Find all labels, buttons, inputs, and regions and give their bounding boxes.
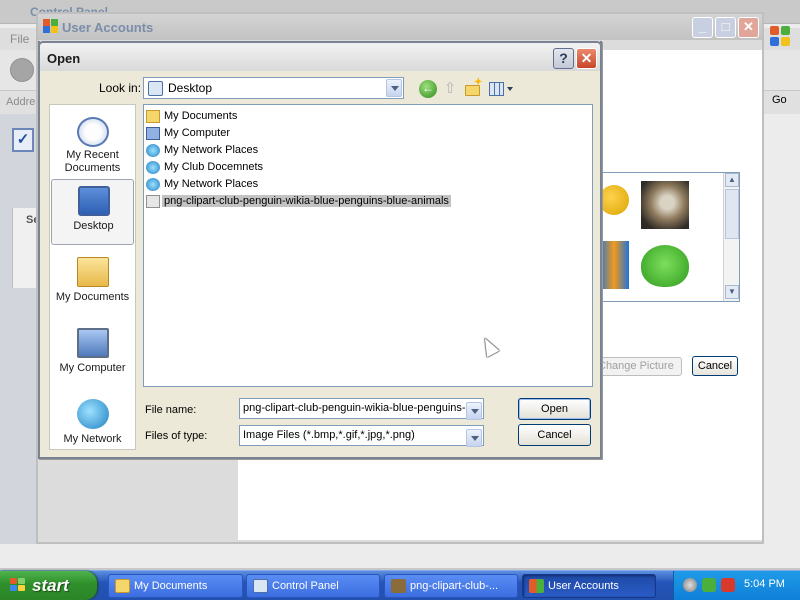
place-label: My Recent Documents — [64, 149, 121, 174]
chevron-down-icon[interactable] — [386, 79, 402, 97]
owl-picture[interactable] — [641, 181, 689, 229]
task-control-panel[interactable]: Control Panel — [246, 574, 380, 598]
network-icon — [146, 144, 160, 157]
taskbar: start My Documents Control Panel png-cli… — [0, 570, 800, 600]
clock: 5:04 PM — [744, 578, 785, 590]
task-label: png-clipart-club-... — [410, 580, 499, 592]
chevron-down-icon[interactable] — [466, 429, 482, 447]
file-type-value: Image Files (*.bmp,*.gif,*.jpg,*.png) — [243, 429, 415, 441]
desktop-icon — [78, 186, 110, 216]
views-menu-icon[interactable] — [488, 80, 514, 98]
places-bar: My Recent Documents Desktop My Documents… — [49, 104, 136, 450]
user-accounts-icon — [43, 19, 59, 33]
windows-logo-icon — [10, 578, 26, 592]
look-in-value: Desktop — [168, 81, 213, 95]
file-name: My Network Places — [164, 178, 259, 190]
task-my-documents[interactable]: My Documents — [108, 574, 243, 598]
security-icon[interactable] — [702, 578, 716, 592]
scroll-up-icon[interactable]: ▲ — [725, 173, 739, 187]
network-shortcut-icon — [146, 178, 160, 191]
cancel-button[interactable]: Cancel — [518, 424, 591, 446]
back-icon[interactable] — [10, 58, 34, 82]
open-dialog-title: Open — [47, 51, 81, 66]
system-tray: 5:04 PM — [673, 571, 800, 600]
user-accounts-titlebar[interactable]: User Accounts _ □ ✕ — [38, 14, 762, 40]
place-desktop[interactable]: Desktop — [51, 179, 134, 245]
go-button[interactable]: Go — [765, 92, 799, 110]
folder-icon — [146, 110, 160, 123]
open-button[interactable]: Open — [518, 398, 591, 420]
car-picture[interactable] — [599, 185, 629, 215]
place-label: My Documents — [55, 291, 130, 303]
file-name: My Network Places — [164, 144, 259, 156]
file-name: png-clipart-club-penguin-wikia-blue-peng… — [162, 195, 451, 207]
computer-icon — [146, 127, 160, 140]
my-documents-icon — [77, 257, 109, 287]
close-button[interactable]: ✕ — [738, 17, 759, 38]
scroll-thumb[interactable] — [725, 189, 739, 239]
task-label: My Documents — [134, 580, 208, 592]
place-my-documents[interactable]: My Documents — [51, 251, 134, 317]
file-name: My Documents — [164, 110, 238, 122]
gallery-scrollbar[interactable]: ▲ ▼ — [723, 173, 739, 301]
place-my-network[interactable]: My Network — [51, 393, 134, 459]
place-my-computer[interactable]: My Computer — [51, 322, 134, 388]
user-accounts-title: User Accounts — [62, 20, 154, 35]
fish-picture[interactable] — [599, 241, 629, 289]
user-accounts-icon — [529, 579, 544, 593]
file-name: My Club Docemnets — [164, 161, 264, 173]
look-in-dropdown[interactable]: Desktop — [143, 77, 404, 99]
open-dialog-titlebar[interactable]: Open ? ✕ — [38, 41, 602, 71]
image-file-icon — [146, 195, 160, 208]
image-viewer-icon — [391, 579, 406, 593]
recent-documents-icon — [77, 117, 109, 147]
task-user-accounts[interactable]: User Accounts — [522, 574, 656, 598]
file-list[interactable]: My Documents My Computer My Network Plac… — [143, 104, 593, 387]
place-label: Desktop — [73, 220, 114, 232]
desktop-icon — [148, 81, 163, 96]
back-arrow-icon[interactable]: ← — [419, 80, 437, 98]
frog-picture[interactable] — [641, 245, 689, 287]
file-name: My Computer — [164, 127, 231, 139]
file-type-label: Files of type: — [145, 430, 208, 442]
place-my-recent-documents[interactable]: My Recent Documents — [51, 111, 134, 177]
help-button[interactable]: ? — [553, 48, 574, 69]
chevron-down-icon[interactable] — [466, 402, 482, 420]
file-name-label: File name: — [145, 404, 197, 416]
start-label: start — [32, 576, 69, 595]
file-name-input[interactable]: png-clipart-club-penguin-wikia-blue-peng… — [239, 398, 484, 420]
task-image-viewer[interactable]: png-clipart-club-... — [384, 574, 518, 598]
maximize-button[interactable]: □ — [715, 17, 736, 38]
place-label: My Computer — [59, 362, 126, 374]
my-network-icon — [77, 399, 109, 429]
windows-logo-icon — [770, 26, 792, 48]
folder-icon — [115, 579, 130, 593]
dialog-close-button[interactable]: ✕ — [576, 48, 597, 69]
start-button[interactable]: start — [0, 571, 97, 600]
change-picture-button[interactable]: Change Picture — [592, 357, 682, 376]
menu-file[interactable]: File — [10, 32, 29, 46]
checklist-icon: ✓ — [12, 128, 34, 152]
my-computer-icon — [77, 328, 109, 358]
up-folder-icon[interactable]: ⇧ — [441, 80, 459, 98]
task-label: User Accounts — [548, 580, 619, 592]
task-label: Control Panel — [272, 580, 339, 592]
look-in-label: Look in: — [99, 81, 142, 95]
control-panel-icon — [253, 579, 268, 593]
file-name-value: png-clipart-club-penguin-wikia-blue-peng… — [243, 402, 465, 414]
scroll-down-icon[interactable]: ▼ — [725, 285, 739, 299]
control-panel-sidebar — [0, 114, 40, 544]
minimize-button[interactable]: _ — [692, 17, 713, 38]
shield-icon[interactable] — [721, 578, 735, 592]
file-type-select[interactable]: Image Files (*.bmp,*.gif,*.jpg,*.png) — [239, 425, 484, 447]
user-accounts-cancel-button[interactable]: Cancel — [692, 356, 738, 376]
open-dialog: Open ? ✕ Look in: Desktop ← ⇧ ✦ My Recen… — [38, 41, 602, 459]
network-status-icon[interactable] — [683, 578, 697, 592]
new-folder-icon[interactable]: ✦ — [464, 78, 482, 98]
network-icon — [146, 161, 160, 174]
place-label: My Network — [63, 433, 122, 445]
